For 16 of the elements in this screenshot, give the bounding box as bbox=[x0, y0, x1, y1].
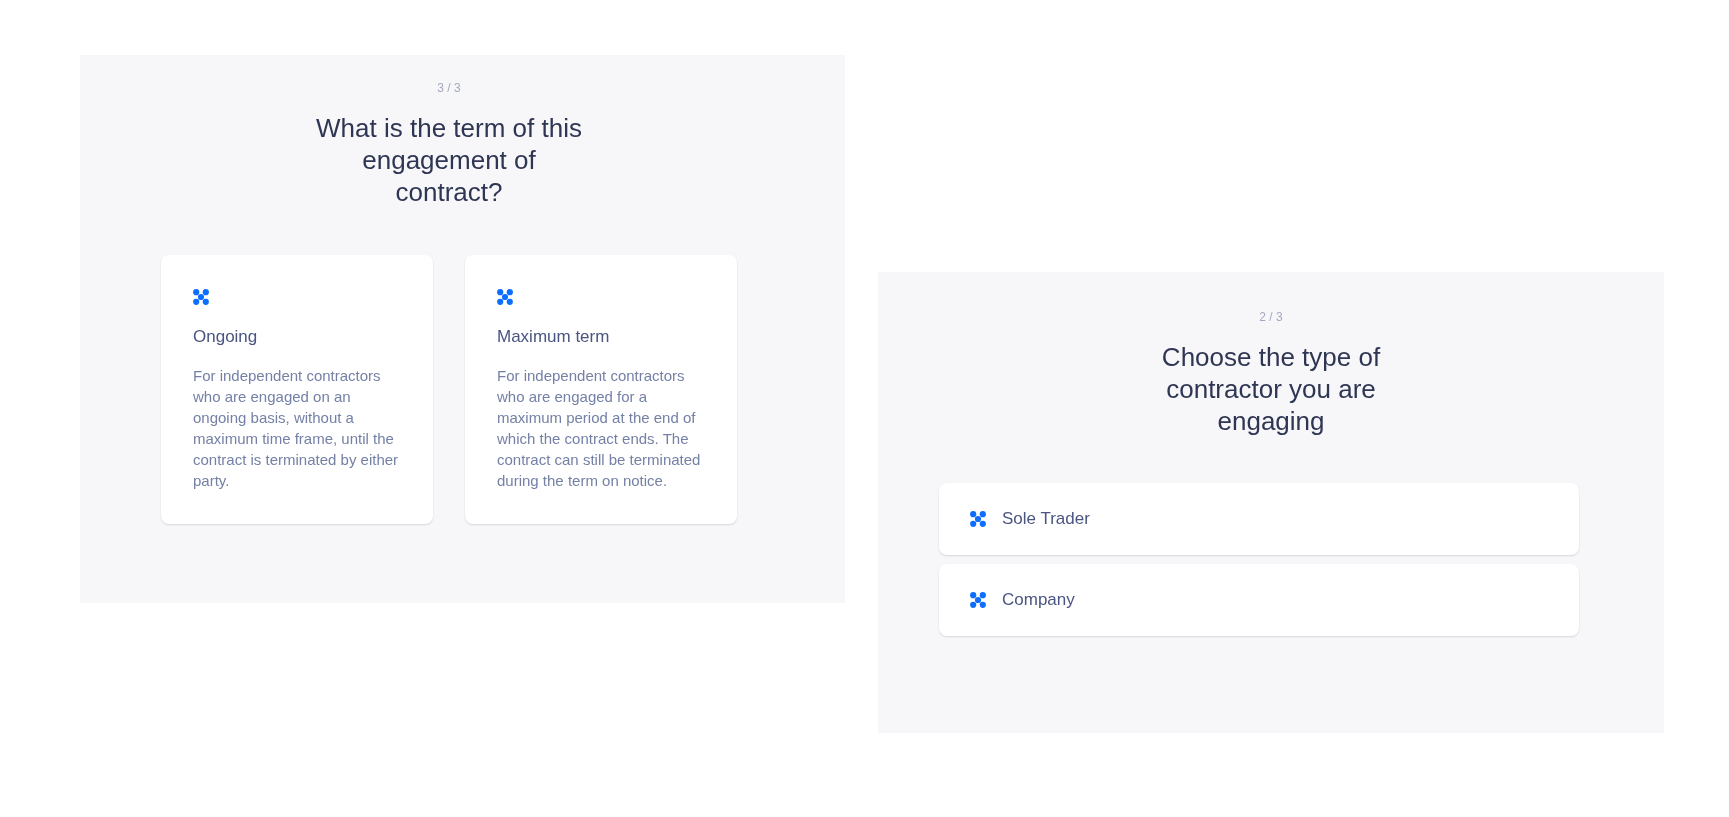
dots-icon bbox=[193, 288, 209, 305]
card-description: For independent contractors who are engaged on an ongoing basis, without a maximum time frame, until the contract is terminated by either party. bbox=[193, 365, 400, 491]
step-counter: 3 / 3 bbox=[437, 81, 461, 95]
dots-icon bbox=[497, 288, 513, 305]
dots-icon bbox=[970, 511, 986, 527]
option-card[interactable]: Maximum term For independent contractors who are engaged for a maximum period at the end of which the contract ends. The contract can still be terminated during the term on notice. bbox=[465, 255, 737, 524]
option-row[interactable]: Company bbox=[939, 564, 1579, 636]
option-row[interactable]: Sole Trader bbox=[939, 483, 1579, 555]
option-card[interactable]: Ongoing For independent contractors who are engaged on an ongoing basis, without a maximum time frame, until the contract is terminated by either party. bbox=[161, 255, 433, 524]
card-description: For independent contractors who are engaged for a maximum period at the end of which the contract ends. The contract can still be terminated during the term on notice. bbox=[497, 365, 702, 491]
card-title: Maximum term bbox=[497, 325, 610, 348]
question-title: What is the term of this engagement of contract? bbox=[315, 112, 583, 208]
dots-icon bbox=[970, 592, 986, 608]
question-title: Choose the type of contractor you are engaging bbox=[1160, 341, 1382, 437]
step-counter: 2 / 3 bbox=[1259, 310, 1283, 324]
card-title: Ongoing bbox=[193, 325, 258, 348]
